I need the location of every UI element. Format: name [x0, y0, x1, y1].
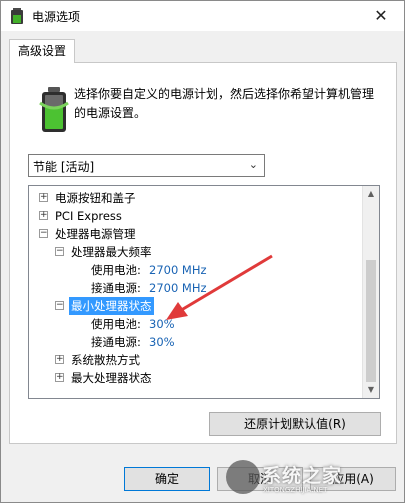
chevron-down-icon: ⌄ [248, 158, 258, 171]
title-bar: 电源选项 ✕ [1, 1, 404, 31]
cancel-button[interactable]: 取消 [217, 467, 303, 491]
settings-tree[interactable]: + 电源按钮和盖子 + PCI Express − 处理器电源管理 − 处理器最… [28, 185, 380, 399]
scroll-up-icon[interactable]: ▲ [363, 186, 379, 202]
tree-item-label: PCI Express [55, 209, 122, 223]
tree-item-label: 最大处理器状态 [71, 371, 152, 385]
power-options-dialog: 电源选项 ✕ 高级设置 选择你要自定义的电源计划，然后选择你希望计算机管理的电源… [0, 0, 405, 503]
apply-button[interactable]: 应用(A) [310, 467, 396, 491]
setting-value-link[interactable]: 30% [149, 315, 175, 333]
restore-defaults-button[interactable]: 还原计划默认值(R) [209, 412, 381, 436]
setting-label: 接通电源: [91, 335, 141, 349]
battery-app-icon [10, 8, 24, 24]
vertical-scrollbar[interactable]: ▲ ▼ [362, 186, 379, 398]
tree-item-label: 处理器电源管理 [55, 227, 136, 241]
expand-icon[interactable]: + [39, 193, 48, 202]
power-plan-select[interactable]: 节能 [活动] ⌄ [28, 154, 265, 177]
collapse-icon[interactable]: − [55, 247, 64, 256]
advanced-settings-panel: 选择你要自定义的电源计划，然后选择你希望计算机管理的电源设置。 节能 [活动] … [9, 62, 397, 444]
tree-item-label: 处理器最大频率 [71, 245, 152, 259]
window-title: 电源选项 [32, 10, 81, 24]
battery-icon [38, 85, 70, 135]
power-plan-value: 节能 [活动] [33, 160, 95, 174]
tree-item-label-selected: 最小处理器状态 [69, 297, 154, 315]
setting-value-link[interactable]: 30% [149, 333, 175, 351]
close-button[interactable]: ✕ [358, 1, 404, 31]
description-text: 选择你要自定义的电源计划，然后选择你希望计算机管理的电源设置。 [74, 87, 375, 120]
setting-value-link[interactable]: 2700 MHz [149, 261, 207, 279]
ok-button[interactable]: 确定 [124, 467, 210, 491]
setting-label: 使用电池: [91, 317, 141, 331]
scroll-down-icon[interactable]: ▼ [363, 382, 379, 398]
expand-icon[interactable]: + [39, 211, 48, 220]
scroll-thumb[interactable] [366, 260, 376, 382]
tab-advanced-settings[interactable]: 高级设置 [9, 39, 75, 63]
setting-value-link[interactable]: 2700 MHz [149, 279, 207, 297]
setting-label: 使用电池: [91, 263, 141, 277]
expand-icon[interactable]: + [55, 355, 64, 364]
collapse-icon[interactable]: − [55, 301, 64, 310]
expand-icon[interactable]: + [55, 373, 64, 382]
collapse-icon[interactable]: − [39, 229, 48, 238]
tree-item-label: 电源按钮和盖子 [55, 191, 136, 205]
setting-label: 接通电源: [91, 281, 141, 295]
tree-item-label: 系统散热方式 [71, 353, 140, 367]
